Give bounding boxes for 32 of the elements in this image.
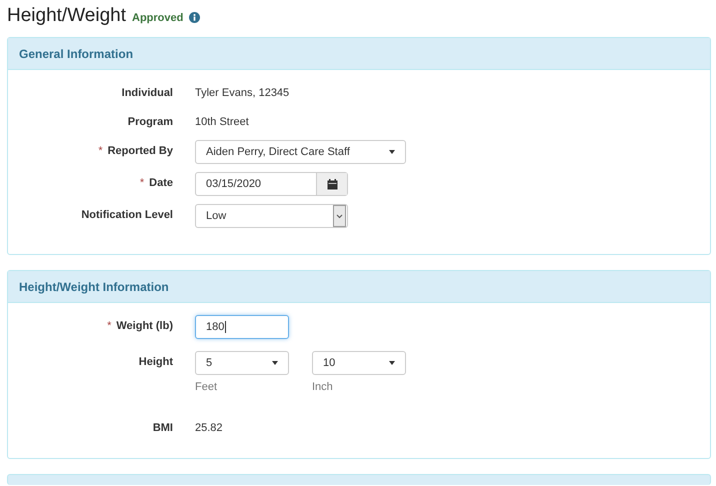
info-icon[interactable] [189,12,200,23]
page-title: Height/Weight [7,5,126,27]
field-value: 10th Street [195,115,249,128]
input-field[interactable]: 180 [195,315,289,339]
required-mark: * [107,320,112,332]
chevron-icon [333,205,346,227]
calendar-icon[interactable] [326,178,338,190]
field-label: BMI [152,422,173,434]
date-field[interactable]: 03/15/2020 [195,172,348,196]
hint-text: Inch [312,381,334,393]
caret-icon [389,361,395,365]
required-mark: * [98,145,103,157]
field-label: Program [128,116,173,128]
field-value: Tyler Evans, 12345 [195,86,290,99]
field-label: Date [149,177,173,189]
field-label: Weight (lb) [116,320,173,332]
field-label: Notification Level [81,209,173,221]
field-value: 25.82 [195,421,223,434]
caret-icon [389,150,395,154]
dropdown[interactable]: Aiden Perry, Direct Care Staff [195,140,406,164]
field-label: Individual [122,87,173,99]
panel-title: General Information [19,46,134,60]
dropdown[interactable]: Low [195,204,348,228]
status-label: Approved [132,12,184,24]
hint-text: Feet [195,381,218,393]
dropdown[interactable]: 5 [195,351,289,375]
dropdown[interactable]: 10 [312,351,406,375]
required-mark: * [140,177,144,189]
field-label: Height [138,356,173,368]
caret-icon [272,361,278,365]
panel-title: Height/Weight Information [19,280,169,294]
field-label: Reported By [108,145,173,157]
